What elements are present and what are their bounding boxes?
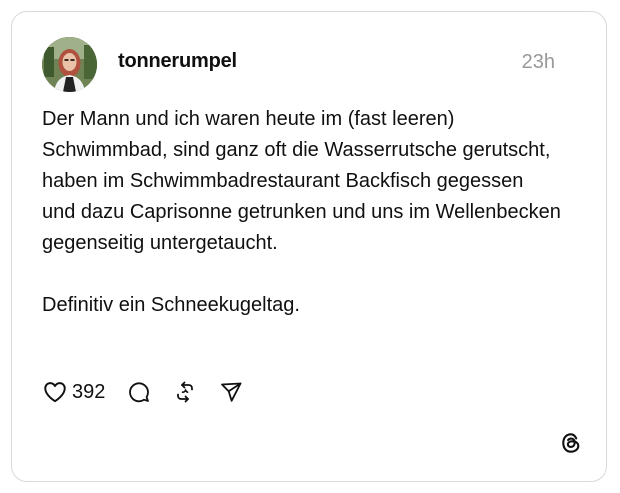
username[interactable]: tonnerumpel [118, 50, 237, 73]
action-bar: 392 [42, 378, 243, 406]
comment-icon [129, 382, 150, 403]
like-button[interactable]: 392 [42, 379, 105, 405]
share-button[interactable] [219, 380, 243, 404]
post-paragraph: Der Mann und ich waren heute im (fast le… [42, 108, 561, 254]
share-icon [221, 382, 242, 402]
threads-logo-glyph [562, 433, 580, 453]
avatar-image [42, 37, 97, 92]
avatar[interactable] [42, 37, 97, 92]
like-count: 392 [72, 380, 106, 403]
repost-icon [177, 381, 194, 403]
comment-button[interactable] [127, 380, 151, 404]
post-card: tonnerumpel 23h Der Mann und ich waren h… [11, 11, 607, 482]
post-body: Der Mann und ich waren heute im (fast le… [42, 104, 562, 321]
heart-icon [44, 382, 66, 403]
threads-logo-icon[interactable] [559, 431, 583, 455]
post-paragraph: Definitiv ein Schneekugeltag. [42, 294, 300, 316]
timestamp: 23h [521, 51, 555, 73]
repost-button[interactable] [173, 380, 197, 404]
